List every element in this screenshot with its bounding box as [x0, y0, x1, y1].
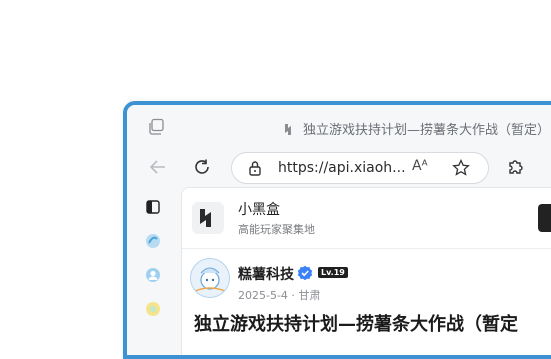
browser-sidebar — [127, 191, 181, 355]
read-aloud-icon[interactable]: Aᴬ — [412, 158, 428, 174]
puzzle-icon — [509, 160, 523, 174]
extensions-button[interactable] — [501, 152, 531, 182]
favorite-star-icon[interactable] — [452, 158, 470, 181]
page-content: 小黑盒 高能玩家聚集地 糕薯科技 Lv.19 2025-5-4 · 甘肃 独立游… — [181, 187, 551, 355]
back-arrow-icon — [149, 160, 165, 174]
tools-icon[interactable] — [143, 299, 163, 319]
app-name: 小黑盒 — [238, 202, 280, 218]
window-title: 独立游戏扶持计划—捞薯条大作战（暂定） — [303, 123, 551, 138]
tab-actions-icon[interactable] — [147, 118, 165, 136]
profile-icon[interactable] — [143, 265, 163, 285]
verified-icon — [297, 265, 313, 281]
post-meta: 2025-5-4 · 甘肃 — [238, 289, 321, 302]
post-title: 独立游戏扶持计划—捞薯条大作战（暂定 — [194, 314, 518, 335]
back-button[interactable] — [143, 152, 173, 182]
heybox-logo-icon — [200, 209, 211, 227]
open-app-button[interactable] — [538, 204, 551, 232]
address-bar[interactable]: https://api.xiaoh... Aᴬ — [231, 152, 489, 184]
author-row: 糕薯科技 Lv.19 2025-5-4 · 甘肃 — [182, 250, 551, 310]
refresh-button[interactable] — [187, 152, 217, 182]
app-subtitle: 高能玩家聚集地 — [238, 223, 315, 236]
browser-toolbar: https://api.xiaoh... Aᴬ — [127, 147, 551, 191]
lock-icon[interactable] — [248, 160, 262, 180]
browser-window: 独立游戏扶持计划—捞薯条大作战（暂定） https://api.xiaoh... — [123, 101, 551, 359]
copilot-icon[interactable] — [143, 231, 163, 251]
title-bar: 独立游戏扶持计划—捞薯条大作战（暂定） — [127, 105, 551, 143]
app-download-banner[interactable]: 小黑盒 高能玩家聚集地 — [182, 188, 551, 249]
url-text[interactable]: https://api.xiaoh... — [278, 160, 406, 176]
level-badge: Lv.19 — [318, 267, 348, 278]
avatar-illustration-icon — [194, 267, 226, 292]
avatar[interactable] — [190, 258, 230, 298]
author-name[interactable]: 糕薯科技 — [238, 264, 294, 284]
app-logo — [192, 202, 224, 234]
refresh-icon — [195, 159, 209, 174]
site-favicon-icon — [283, 121, 296, 135]
sidebar-toggle-icon[interactable] — [143, 197, 163, 217]
